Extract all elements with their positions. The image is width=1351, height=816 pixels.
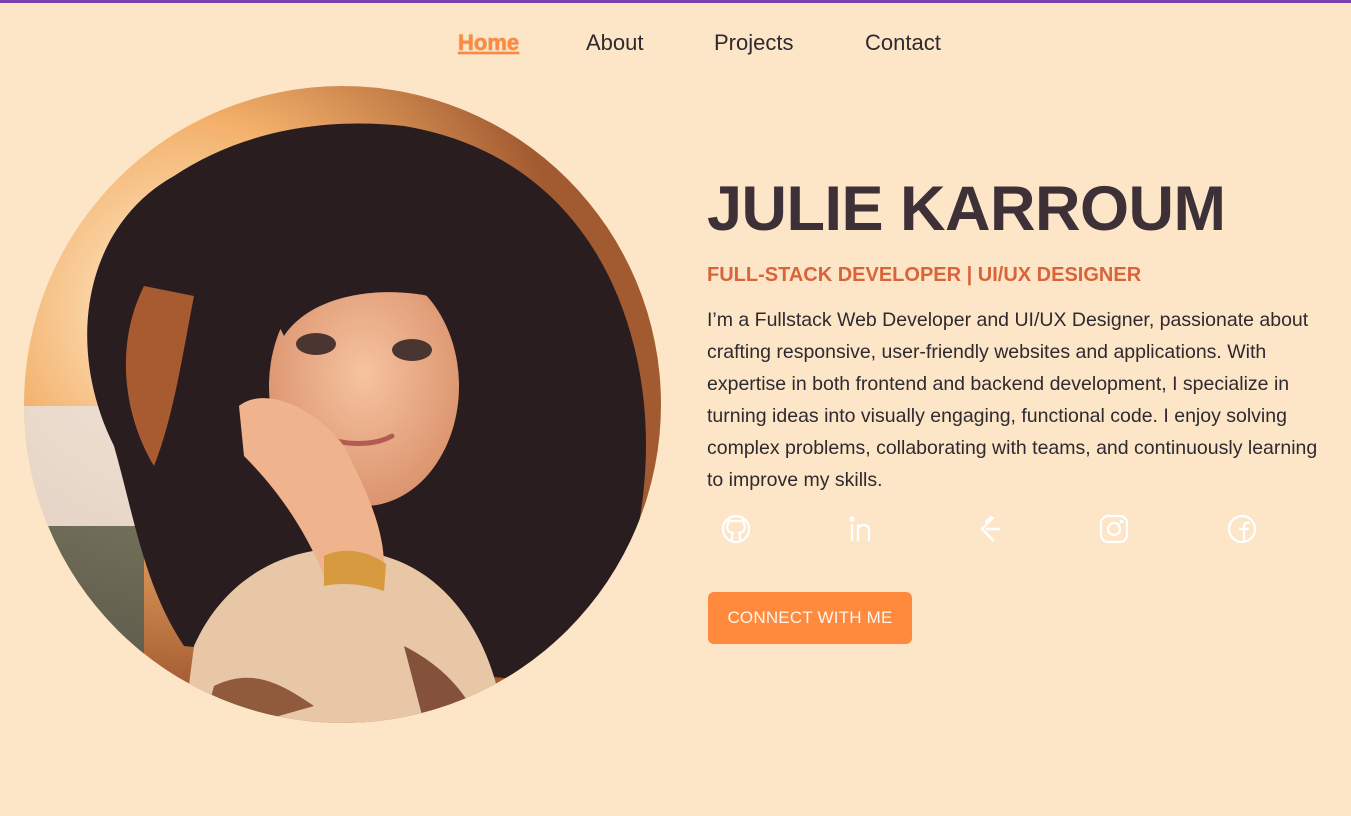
hero-bio: I’m a Fullstack Web Developer and UI/UX … [707,309,1318,491]
nav-about-link[interactable]: About [586,30,644,56]
linkedin-link[interactable] [843,509,883,549]
leetcode-icon [980,515,1001,542]
github-icon [721,514,751,544]
instagram-icon [1099,514,1129,544]
connect-button[interactable]: CONNECT WITH ME [708,592,912,644]
top-accent-bar [0,0,1351,3]
nav-contact-link[interactable]: Contact [865,30,941,56]
instagram-link[interactable] [1094,509,1134,549]
leetcode-link[interactable] [969,509,1009,549]
hero-role: FULL-STACK DEVELOPER | UI/UX DESIGNER [707,264,1142,286]
nav-projects-link[interactable]: Projects [714,30,793,56]
hero-name: JULIE KARROUM [707,174,1226,244]
facebook-icon [1227,514,1257,544]
hero-section: JULIE KARROUM FULL-STACK DEVELOPER | UI/… [707,172,1337,516]
linkedin-icon [849,516,871,542]
facebook-link[interactable] [1222,509,1262,549]
profile-portrait [24,86,661,723]
social-links [707,509,1287,549]
main-nav: Home About Projects Contact [0,28,1351,64]
nav-home-link[interactable]: Home [458,30,519,56]
github-link[interactable] [716,509,756,549]
